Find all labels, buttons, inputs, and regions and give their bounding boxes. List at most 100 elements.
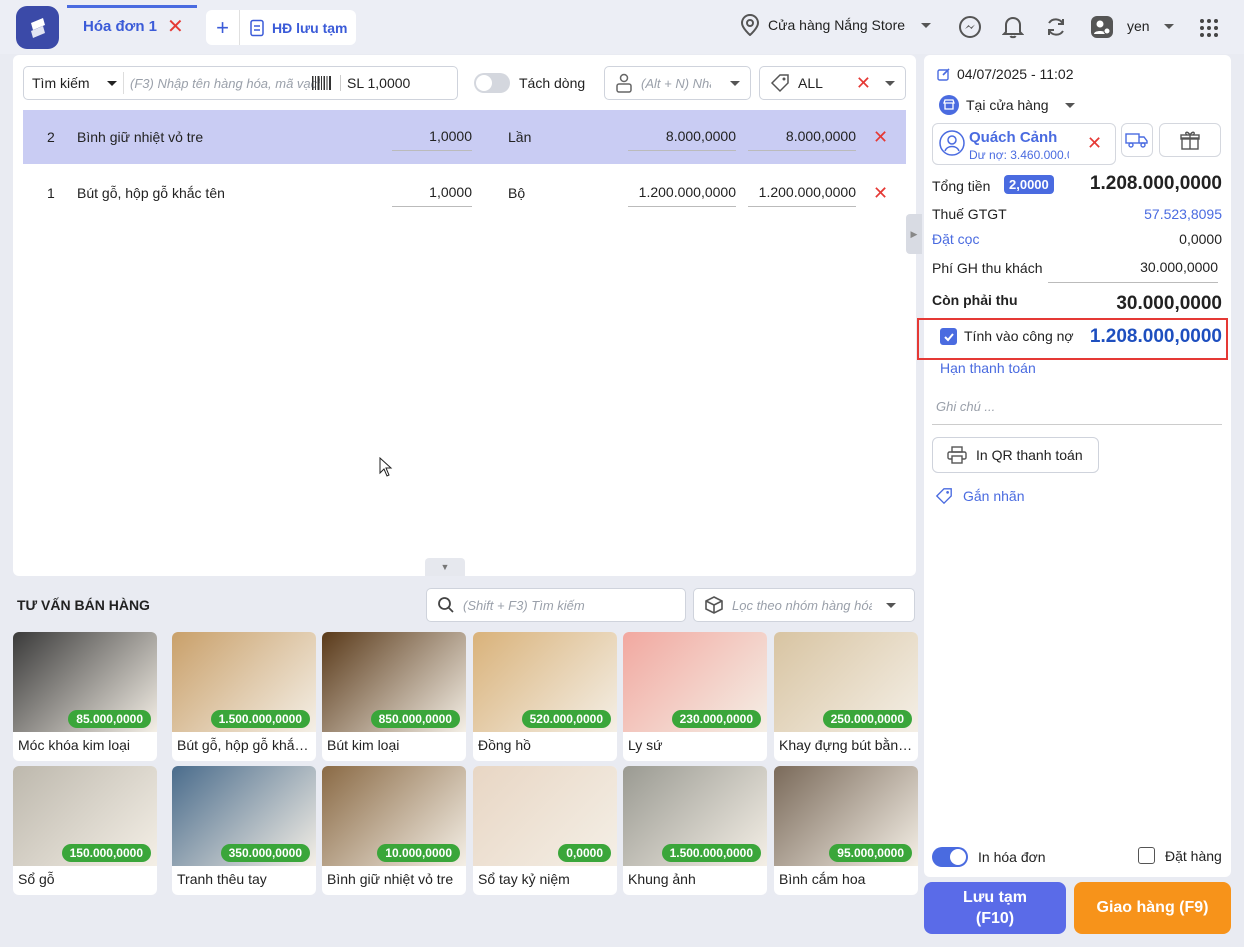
print-invoice-toggle-group: In hóa đơn	[932, 847, 1046, 867]
saved-invoices-tab[interactable]: + HĐ lưu tạm	[206, 10, 356, 45]
delete-row-icon[interactable]: ✕	[873, 183, 888, 204]
product-price-badge: 95.000,0000	[829, 844, 912, 862]
remaining-value: 30.000,0000	[1116, 293, 1222, 314]
product-suggest-search[interactable]: (Shift + F3) Tìm kiếm	[426, 588, 686, 622]
product-card[interactable]: 85.000,0000 Móc khóa kim loại	[13, 632, 157, 761]
row-unit[interactable]: Bộ	[508, 185, 525, 201]
ship-fee-label: Phí GH thu khách	[932, 260, 1043, 276]
product-price-badge: 250.000,0000	[822, 710, 912, 728]
note-placeholder: Ghi chú ...	[936, 399, 996, 414]
ship-fee-input[interactable]: 30.000,0000	[1048, 259, 1218, 283]
product-name: Bút gỗ, hộp gỗ khắc tên	[177, 737, 316, 753]
product-card[interactable]: 350.000,0000 Tranh thêu tay	[172, 766, 316, 895]
order-checkbox-group: Đặt hàng	[1138, 847, 1222, 864]
row-qty-input[interactable]: 1,0000	[392, 184, 472, 207]
expand-products-handle[interactable]: ▼	[425, 558, 465, 576]
product-price-badge: 1.500.000,0000	[661, 844, 761, 862]
user-menu[interactable]: yen	[1127, 18, 1174, 34]
customer-name[interactable]: Quách Cảnh	[969, 129, 1057, 146]
remove-customer-icon[interactable]: ✕	[1087, 133, 1102, 154]
save-draft-button[interactable]: Lưu tạm (F10)	[924, 882, 1066, 934]
collapse-panel-handle[interactable]: ▶	[906, 214, 922, 254]
add-tab-icon[interactable]: +	[206, 10, 240, 45]
delivery-button[interactable]	[1121, 123, 1153, 157]
chevron-down-icon	[886, 602, 896, 608]
product-card[interactable]: 95.000,0000 Bình cắm hoa	[774, 766, 918, 895]
product-card[interactable]: 250.000,0000 Khay đựng bút bằng gỗ	[774, 632, 918, 761]
messenger-icon[interactable]	[957, 14, 983, 40]
vat-label: Thuế GTGT	[932, 206, 1007, 222]
datetime-value: 04/07/2025 - 11:02	[957, 66, 1074, 82]
qty-field[interactable]: SL 1,0000	[340, 75, 410, 91]
tab-invoice-1[interactable]: Hóa đơn 1 ✕	[67, 5, 197, 45]
row-price-input[interactable]: 1.200.000,0000	[628, 184, 736, 207]
order-label: Đặt hàng	[1165, 847, 1222, 864]
promotion-button[interactable]	[1159, 123, 1221, 157]
order-row[interactable]: 1 Bút gỗ, hộp gỗ khắc tên 1,0000 Bộ 1.20…	[23, 166, 906, 220]
row-index: 2	[47, 129, 55, 145]
product-card[interactable]: 520.000,0000 Đồng hồ	[473, 632, 617, 761]
row-index: 1	[47, 185, 55, 201]
refresh-icon[interactable]	[1043, 14, 1069, 40]
print-invoice-toggle[interactable]	[932, 847, 968, 867]
row-unit[interactable]: Lần	[508, 129, 531, 145]
bell-icon[interactable]	[1000, 14, 1026, 40]
staff-select[interactable]: (Alt + N) Nhân viên	[604, 66, 751, 100]
chevron-down-icon	[921, 22, 932, 28]
print-qr-button[interactable]: In QR thanh toán	[932, 437, 1099, 473]
product-name: Tranh thêu tay	[177, 871, 267, 887]
note-field[interactable]: Ghi chú ...	[932, 396, 1222, 425]
product-name: Ly sứ	[628, 737, 663, 753]
product-name: Đồng hồ	[478, 737, 531, 753]
price-list-select[interactable]: ALL ✕	[759, 66, 906, 100]
vat-value[interactable]: 57.523,8095	[1144, 206, 1222, 222]
deposit-label[interactable]: Đặt cọc	[932, 231, 979, 247]
search-mode-label: Tìm kiếm	[32, 75, 90, 91]
search-icon	[438, 597, 454, 613]
close-icon[interactable]: ✕	[167, 14, 184, 39]
split-line-toggle[interactable]	[474, 73, 510, 93]
deliver-button[interactable]: Giao hàng (F9)	[1074, 882, 1231, 934]
search-input[interactable]: (F3) Nhập tên hàng hóa, mã vạch, mã SKU	[130, 76, 320, 91]
product-group-filter[interactable]: Lọc theo nhóm hàng hóa	[693, 588, 915, 622]
product-card[interactable]: 10.000,0000 Bình giữ nhiệt vỏ tre	[322, 766, 466, 895]
print-qr-label: In QR thanh toán	[976, 447, 1083, 463]
product-card[interactable]: 1.500.000,0000 Khung ảnh	[623, 766, 767, 895]
sales-channel-select[interactable]: Tại cửa hàng	[938, 94, 1075, 116]
tag-icon	[770, 74, 789, 93]
split-line-toggle-group: Tách dòng	[474, 73, 585, 93]
apps-grid-icon[interactable]	[1199, 18, 1219, 38]
product-card[interactable]: 850.000,0000 Bút kim loại	[322, 632, 466, 761]
row-price-input[interactable]: 8.000,0000	[628, 128, 736, 151]
debt-checkbox[interactable]	[940, 328, 957, 345]
order-row[interactable]: 2 Bình giữ nhiệt vỏ tre 1,0000 Lần 8.000…	[23, 110, 906, 164]
product-card[interactable]: 0,0000 Sổ tay kỷ niệm	[473, 766, 617, 895]
split-line-label: Tách dòng	[519, 75, 586, 91]
store-icon	[939, 95, 959, 115]
product-search[interactable]: Tìm kiếm (F3) Nhập tên hàng hóa, mã vạch…	[23, 66, 458, 100]
truck-icon	[1125, 133, 1148, 148]
add-tag-link[interactable]: Gắn nhãn	[935, 487, 1025, 505]
delete-row-icon[interactable]: ✕	[873, 127, 888, 148]
app-logo[interactable]	[16, 6, 59, 49]
row-product-name: Bút gỗ, hộp gỗ khắc tên	[77, 185, 225, 201]
invoice-datetime[interactable]: 04/07/2025 - 11:02	[937, 66, 1074, 82]
barcode-icon[interactable]	[310, 73, 334, 93]
product-card[interactable]: 230.000,0000 Ly sứ	[623, 632, 767, 761]
search-mode-select[interactable]: Tìm kiếm	[24, 72, 124, 94]
row-qty-input[interactable]: 1,0000	[392, 128, 472, 151]
store-selector[interactable]: Cửa hàng Nắng Store	[740, 14, 932, 36]
user-avatar-icon[interactable]	[1089, 14, 1115, 40]
channel-label: Tại cửa hàng	[966, 97, 1049, 113]
deposit-value: 0,0000	[1179, 231, 1222, 247]
due-date-link[interactable]: Hạn thanh toán	[940, 360, 1036, 376]
product-card[interactable]: 1.500.000,0000 Bút gỗ, hộp gỗ khắc tên	[172, 632, 316, 761]
customer-card[interactable]: Quách Cảnh Dư nợ: 3.460.000.0000 ✕	[932, 123, 1116, 165]
user-name: yen	[1127, 18, 1150, 34]
order-checkbox[interactable]	[1138, 847, 1155, 864]
checkbox-checked-icon[interactable]	[940, 328, 957, 345]
clear-icon[interactable]: ✕	[856, 73, 871, 94]
product-card[interactable]: 150.000,0000 Sổ gỗ	[13, 766, 157, 895]
product-name: Khung ảnh	[628, 871, 696, 887]
product-image: 520.000,0000	[473, 632, 617, 732]
